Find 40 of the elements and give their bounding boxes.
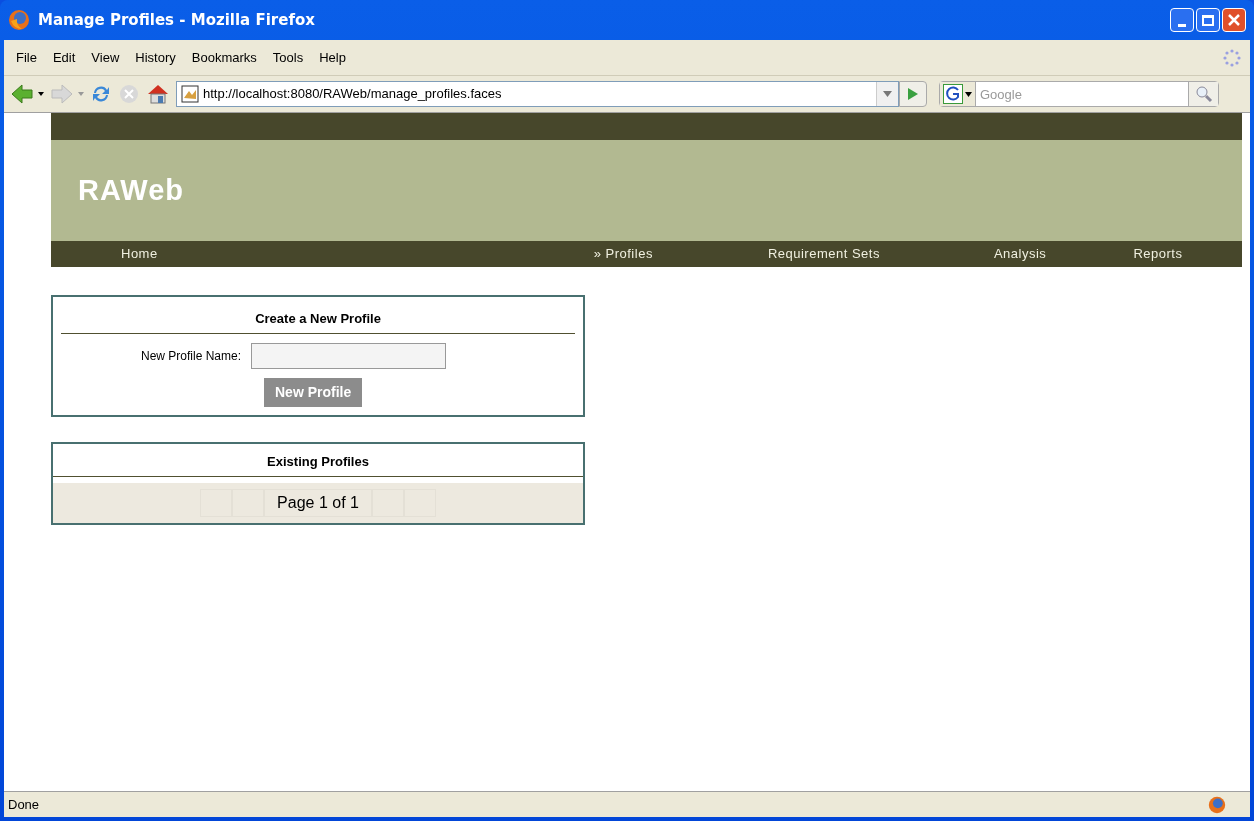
menu-item[interactable]: Edit — [44, 45, 84, 70]
menu-item[interactable]: Tools — [264, 45, 312, 70]
field-label: New Profile Name: — [139, 347, 242, 365]
search-field[interactable]: Google — [976, 82, 1188, 106]
close-button[interactable] — [1222, 8, 1246, 32]
nav-link[interactable]: Reports — [1133, 244, 1183, 264]
throbber-icon — [1222, 47, 1242, 68]
search-engine-icon[interactable] — [940, 82, 976, 106]
minimize-button[interactable] — [1170, 8, 1194, 32]
panel-title: Create a New Profile — [61, 309, 575, 334]
nav-link[interactable]: Requirement Sets — [767, 244, 880, 264]
home-button[interactable] — [146, 83, 170, 105]
nav-link[interactable]: Home — [121, 244, 158, 264]
dropdown-icon[interactable] — [876, 82, 898, 106]
site-title: RAWeb — [78, 172, 184, 208]
search-button[interactable] — [1188, 82, 1218, 106]
forward-button[interactable] — [50, 83, 84, 105]
go-button[interactable] — [899, 81, 927, 107]
nav-link[interactable]: » Profiles — [593, 244, 653, 264]
maximize-button[interactable] — [1196, 8, 1220, 32]
firefox-logo-icon — [8, 9, 30, 31]
search-icon — [1194, 85, 1213, 103]
search-box[interactable]: Google — [939, 81, 1219, 107]
pager-text: Page 1 of 1 — [264, 489, 372, 517]
menu-item[interactable]: Help — [311, 45, 354, 70]
window-title: Manage Profiles - Mozilla Firefox — [38, 9, 315, 31]
menu-item[interactable]: View — [83, 45, 128, 70]
panel-title: Existing Profiles — [53, 451, 583, 477]
page-icon — [181, 85, 199, 103]
back-button[interactable] — [10, 83, 44, 105]
firefox-logo-icon — [1208, 795, 1226, 814]
menu-item[interactable]: Bookmarks — [183, 45, 265, 70]
close-icon — [1227, 13, 1241, 27]
nav-link[interactable]: Analysis — [993, 244, 1047, 264]
profile-name-field[interactable] — [251, 342, 446, 369]
status-text: Done — [8, 795, 40, 814]
menu-item[interactable]: File — [8, 45, 45, 70]
menu-item[interactable]: History — [127, 45, 184, 70]
address-field[interactable]: http://localhost:8080/RAWeb/manage_profiles.faces — [176, 81, 899, 107]
play-icon — [907, 87, 919, 101]
